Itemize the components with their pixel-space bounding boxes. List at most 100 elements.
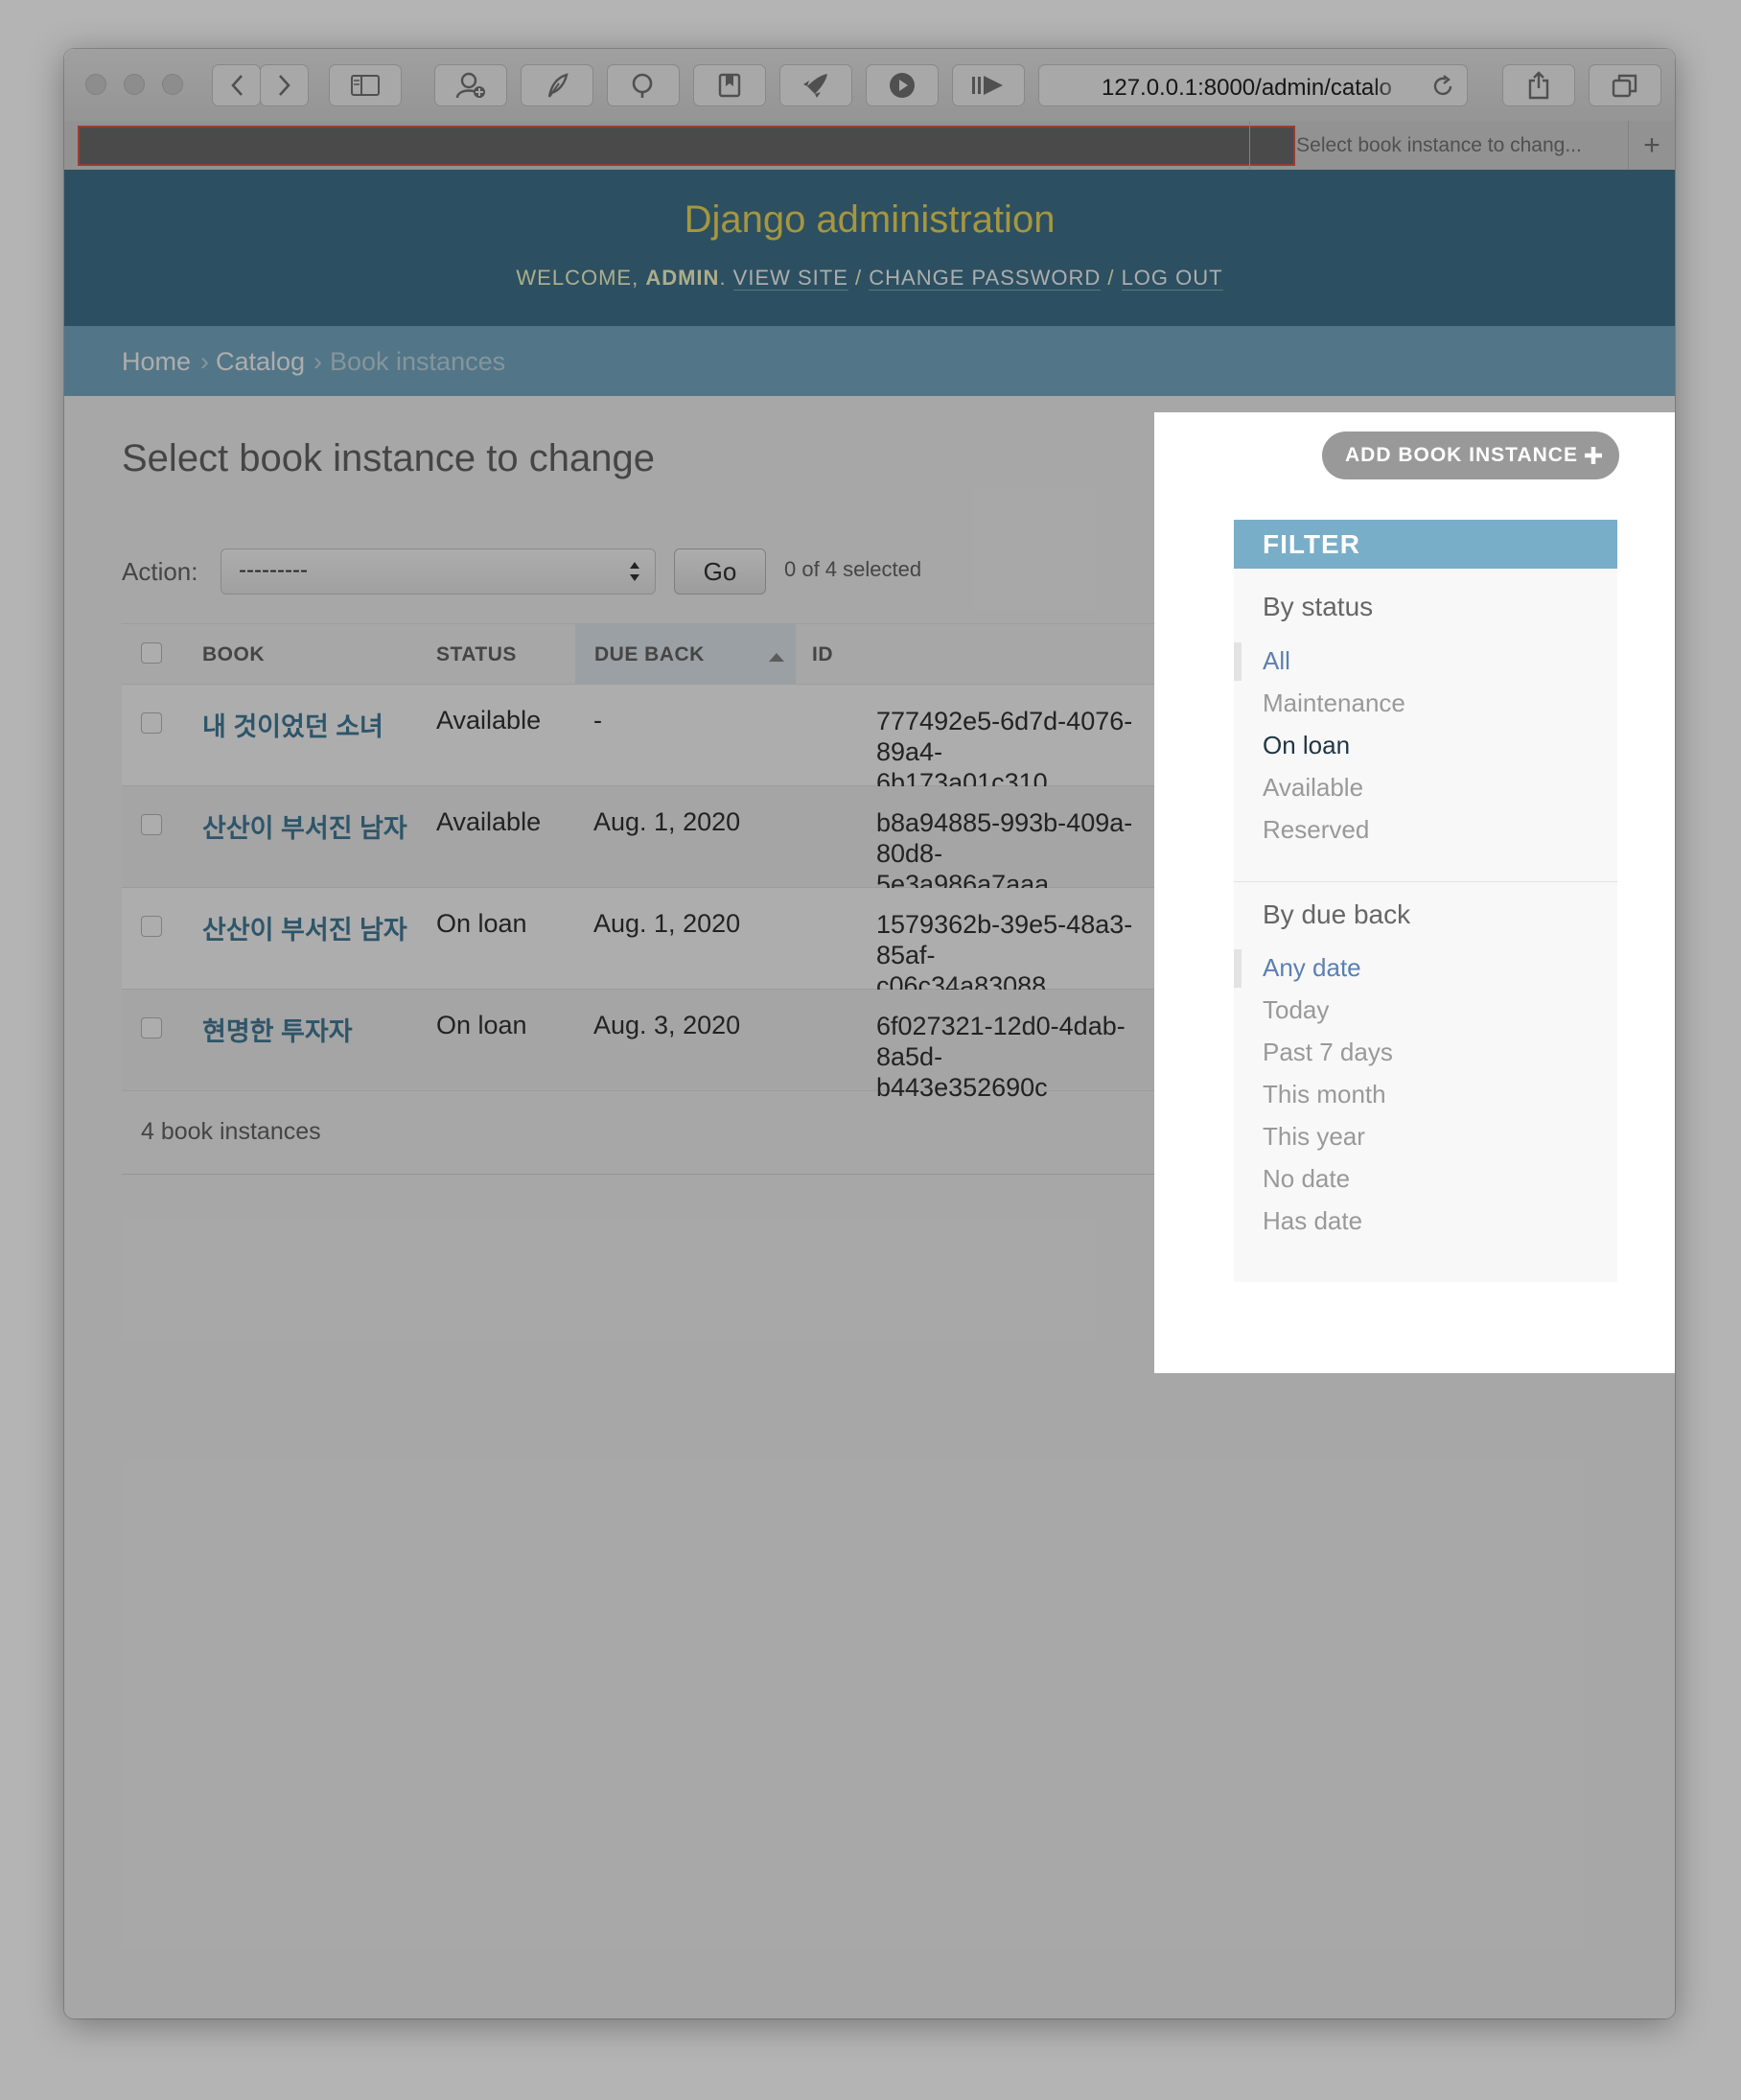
book-link[interactable]: 현명한 투자자	[202, 1011, 353, 1048]
result-count-text: 4 book instances	[141, 1118, 321, 1145]
view-site-link[interactable]: VIEW SITE	[732, 266, 848, 291]
close-window-button[interactable]	[85, 74, 106, 95]
results-table: BOOK STATUS DUE BACK ID 내 것이었던 소녀 Availa…	[122, 623, 1176, 1175]
filter-status-all[interactable]: All	[1263, 646, 1290, 676]
browser-toolbar: 127.0.0.1:8000/admin/catalo	[64, 49, 1675, 122]
page-title: Select book instance to change	[122, 437, 655, 479]
status-cell: Available	[436, 706, 542, 735]
due-back-cell: Aug. 1, 2020	[593, 807, 741, 836]
active-tab[interactable]	[78, 126, 1295, 166]
filter-status-on-loan[interactable]: On loan	[1263, 731, 1350, 760]
book-link[interactable]: 산산이 부서진 남자	[202, 909, 407, 946]
action-label: Action:	[122, 557, 198, 586]
action-select[interactable]: ---------	[221, 548, 656, 595]
rocket-button[interactable]	[779, 64, 852, 106]
bookmark-button[interactable]	[693, 64, 766, 106]
id-cell: b8a94885-993b-409a-80d8- 5e3a986a7aaa	[876, 808, 1133, 898]
address-bar[interactable]: 127.0.0.1:8000/admin/catalo	[1038, 64, 1468, 106]
id-cell: 777492e5-6d7d-4076-89a4- 6b173a01c310	[876, 707, 1133, 797]
user-tools: WELCOME, ADMIN. VIEW SITE / CHANGE PASSW…	[516, 266, 1223, 291]
book-link[interactable]: 산산이 부서진 남자	[202, 807, 407, 845]
table-row: 산산이 부서진 남자 On loan Aug. 1, 2020 1579362b…	[122, 888, 1176, 1000]
breadcrumb-home[interactable]: Home	[122, 347, 191, 377]
play-icon	[890, 73, 915, 98]
feather-icon	[547, 73, 569, 98]
breadcrumb-sep: ›	[200, 347, 209, 376]
search-button[interactable]	[607, 64, 680, 106]
share-button[interactable]	[1502, 64, 1575, 106]
filter-due-this-month[interactable]: This month	[1263, 1080, 1386, 1109]
breadcrumb-current: Book instances	[330, 347, 506, 376]
column-header-id[interactable]: ID	[812, 643, 833, 666]
play-button[interactable]	[866, 64, 939, 106]
id-cell: 6f027321-12d0-4dab-8a5d-b443e352690c	[876, 1012, 1126, 1102]
filter-heading-status: By status	[1263, 592, 1374, 621]
select-arrows-icon	[630, 562, 639, 581]
url-text: 127.0.0.1:8000/admin/catalo	[1102, 75, 1392, 101]
breadcrumb: Home › Catalog › Book instances	[64, 326, 1675, 396]
status-cell: On loan	[436, 1011, 527, 1039]
zoom-window-button[interactable]	[162, 74, 183, 95]
filter-due-any-date[interactable]: Any date	[1263, 953, 1361, 983]
selection-counter: 0 of 4 selected	[784, 557, 922, 581]
tab-title: Select book instance to chang...	[1296, 133, 1582, 156]
add-book-instance-button[interactable]: ADD BOOK INSTANCE	[1322, 432, 1619, 479]
feather-button[interactable]	[521, 64, 593, 106]
browser-window: 127.0.0.1:8000/admin/catalo Select book …	[64, 49, 1675, 2018]
filter-due-past-7-days[interactable]: Past 7 days	[1263, 1038, 1393, 1067]
plus-icon	[1585, 447, 1602, 464]
step-forward-icon	[972, 76, 1003, 95]
search-icon	[632, 73, 653, 98]
filter-title: FILTER	[1234, 520, 1617, 569]
due-back-cell: -	[593, 706, 602, 735]
filter-due-has-date[interactable]: Has date	[1263, 1206, 1362, 1236]
filter-status-maintenance[interactable]: Maintenance	[1263, 688, 1405, 718]
book-link[interactable]: 내 것이었던 소녀	[202, 706, 383, 743]
new-tab-button[interactable]: +	[1628, 121, 1675, 170]
breadcrumb-sep: ›	[313, 347, 322, 376]
log-out-link[interactable]: LOG OUT	[1121, 266, 1223, 291]
forward-icon	[278, 75, 290, 96]
tab-book-instances[interactable]: Select book instance to chang...	[1249, 121, 1628, 170]
minimize-window-button[interactable]	[124, 74, 145, 95]
sidebar-icon	[351, 75, 380, 96]
row-checkbox[interactable]	[141, 814, 162, 835]
filter-status-available[interactable]: Available	[1263, 773, 1363, 803]
column-header-book[interactable]: BOOK	[202, 643, 265, 666]
go-button[interactable]: Go	[674, 548, 766, 595]
id-cell: 1579362b-39e5-48a3-85af-c06c34a83088	[876, 910, 1133, 1000]
filter-due-no-date[interactable]: No date	[1263, 1164, 1350, 1194]
table-row: 내 것이었던 소녀 Available - 777492e5-6d7d-4076…	[122, 685, 1176, 797]
column-header-status[interactable]: STATUS	[436, 643, 517, 666]
step-forward-button[interactable]	[952, 64, 1025, 106]
select-all-checkbox[interactable]	[141, 642, 162, 664]
filter-due-today[interactable]: Today	[1263, 995, 1329, 1025]
welcome-text: WELCOME,	[516, 266, 646, 290]
breadcrumb-catalog[interactable]: Catalog	[216, 347, 305, 377]
status-cell: On loan	[436, 909, 527, 938]
table-header: BOOK STATUS DUE BACK ID	[122, 623, 1176, 685]
filter-status-reserved[interactable]: Reserved	[1263, 815, 1369, 845]
change-password-link[interactable]: CHANGE PASSWORD	[869, 266, 1102, 291]
status-cell: Available	[436, 807, 542, 836]
plus-icon: +	[1643, 128, 1660, 161]
filter-due-this-year[interactable]: This year	[1263, 1122, 1365, 1152]
row-checkbox[interactable]	[141, 1017, 162, 1038]
forward-button[interactable]	[260, 64, 309, 106]
table-row: 현명한 투자자 On loan Aug. 3, 2020 6f027321-12…	[122, 990, 1176, 1102]
reload-icon[interactable]	[1430, 74, 1455, 99]
table-row: 산산이 부서진 남자 Available Aug. 1, 2020 b8a948…	[122, 786, 1176, 898]
site-header: Django administration WELCOME, ADMIN. VI…	[64, 170, 1675, 326]
result-count: 4 book instances	[122, 1091, 1176, 1175]
sort-ascending-icon[interactable]	[769, 652, 784, 662]
column-header-due-back[interactable]: DUE BACK	[594, 643, 705, 666]
rocket-icon	[803, 74, 827, 98]
tabs-overview-button[interactable]	[1589, 64, 1661, 106]
site-name[interactable]: Django administration	[64, 198, 1675, 242]
person-add-button[interactable]	[434, 64, 507, 106]
sidebar-button[interactable]	[329, 64, 402, 106]
row-checkbox[interactable]	[141, 916, 162, 937]
back-button[interactable]	[212, 64, 261, 106]
row-checkbox[interactable]	[141, 712, 162, 734]
share-icon	[1528, 71, 1549, 100]
